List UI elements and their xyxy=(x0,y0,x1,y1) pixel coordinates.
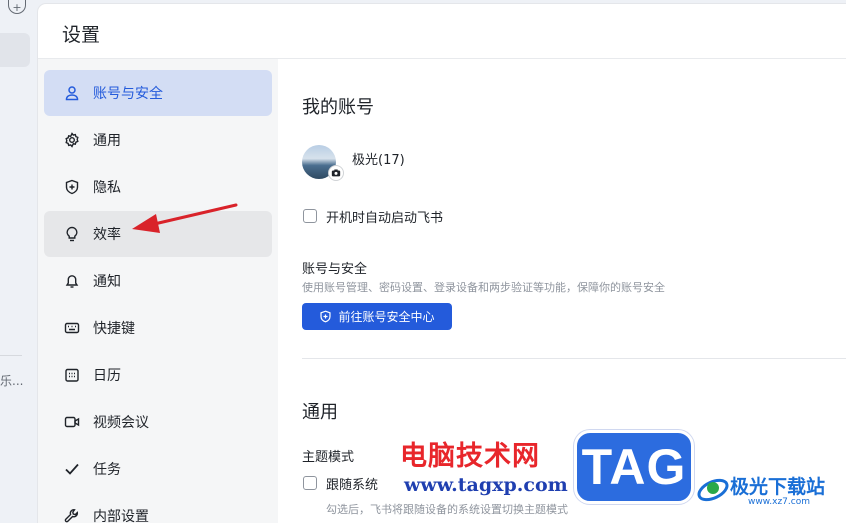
settings-sidebar: 账号与安全 通用 隐私 效率 通知 快捷键 日历 视频会议 任务 内部设置 xyxy=(38,59,278,523)
keyboard-icon xyxy=(64,320,80,336)
shield-icon xyxy=(320,310,332,323)
theme-mode-label: 主题模式 xyxy=(302,450,355,465)
video-icon xyxy=(64,414,80,430)
lightbulb-icon xyxy=(64,226,80,242)
sidebar-item-label: 通知 xyxy=(93,274,121,290)
sidebar-item-calendar[interactable]: 日历 xyxy=(44,352,272,398)
sidebar-item-label: 快捷键 xyxy=(93,321,135,337)
sidebar-item-label: 通用 xyxy=(93,133,121,149)
sidebar-item-label: 效率 xyxy=(93,227,121,243)
security-center-button[interactable]: 前往账号安全中心 xyxy=(302,303,452,330)
user-icon xyxy=(64,85,80,101)
sidebar-item-general[interactable]: 通用 xyxy=(44,117,272,163)
wrench-icon xyxy=(64,508,80,523)
account-security-description: 使用账号管理、密码设置、登录设备和两步验证等功能，保障你的账号安全 xyxy=(302,281,665,294)
camera-icon[interactable] xyxy=(328,165,344,181)
sidebar-item-account-security[interactable]: 账号与安全 xyxy=(44,70,272,116)
watermark-site-name: 电脑技术网 xyxy=(400,441,540,472)
user-name: 极光(17) xyxy=(352,153,405,168)
watermark-logo-icon xyxy=(697,478,729,502)
watermark-logo-name: 极光下载站 xyxy=(730,476,826,498)
sidebar-item-shortcuts[interactable]: 快捷键 xyxy=(44,305,272,351)
my-account-title: 我的账号 xyxy=(302,97,374,118)
plus-icon[interactable]: + xyxy=(8,0,26,14)
sidebar-item-label: 隐私 xyxy=(93,180,121,196)
check-icon xyxy=(64,461,80,477)
follow-system-label: 跟随系统 xyxy=(326,478,379,493)
sidebar-item-label: 视频会议 xyxy=(93,415,149,431)
background-app-strip: + 乐... xyxy=(0,0,38,523)
watermark-tag-logo: TAG xyxy=(574,430,694,504)
avatar[interactable] xyxy=(302,145,344,181)
follow-system-checkbox[interactable] xyxy=(303,476,317,490)
window-title: 设置 xyxy=(62,24,101,46)
sidebar-item-privacy[interactable]: 隐私 xyxy=(44,164,272,210)
autostart-checkbox[interactable] xyxy=(303,209,317,223)
watermark-site-url: www.tagxp.com xyxy=(404,474,568,496)
sidebar-item-notification[interactable]: 通知 xyxy=(44,258,272,304)
bell-icon xyxy=(64,273,80,289)
follow-system-hint: 勾选后，飞书将跟随设备的系统设置切换主题模式 xyxy=(326,503,568,516)
general-title: 通用 xyxy=(302,402,338,423)
sidebar-item-label: 日历 xyxy=(93,368,121,384)
sidebar-item-tasks[interactable]: 任务 xyxy=(44,446,272,492)
section-divider xyxy=(302,358,846,359)
shield-icon xyxy=(64,179,80,195)
sidebar-item-label: 账号与安全 xyxy=(93,86,163,102)
sidebar-item-internal-settings[interactable]: 内部设置 xyxy=(44,493,272,523)
calendar-icon xyxy=(64,367,80,383)
account-security-subtitle: 账号与安全 xyxy=(302,262,368,277)
sidebar-item-efficiency[interactable]: 效率 xyxy=(44,211,272,257)
settings-content: 我的账号 极光(17) 开机时自动启动飞书 账号与安全 使用账号管理、密码设置、… xyxy=(278,59,846,523)
background-selected-item[interactable] xyxy=(0,33,30,67)
security-center-button-label: 前往账号安全中心 xyxy=(338,310,435,324)
strip-divider xyxy=(0,355,22,356)
watermark-logo-url: www.xz7.com xyxy=(748,497,810,507)
autostart-label: 开机时自动启动飞书 xyxy=(326,211,444,226)
background-truncated-text: 乐... xyxy=(0,374,24,388)
sidebar-item-label: 任务 xyxy=(93,462,121,478)
sidebar-item-video-meeting[interactable]: 视频会议 xyxy=(44,399,272,445)
sidebar-item-label: 内部设置 xyxy=(93,509,149,523)
gear-icon xyxy=(64,132,80,148)
